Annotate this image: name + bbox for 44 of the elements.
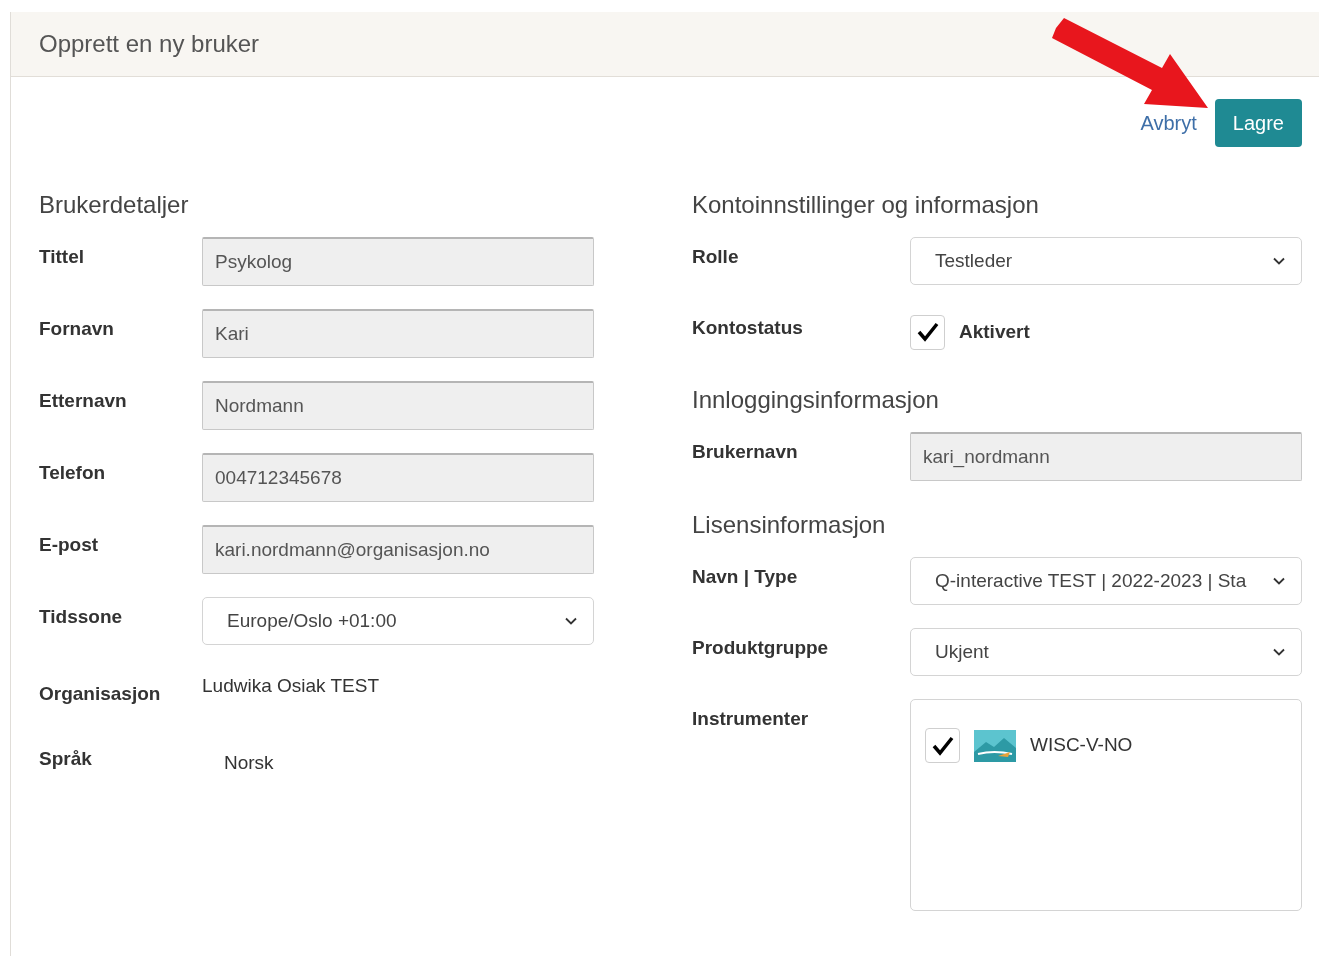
checkmark-icon xyxy=(916,322,939,342)
instrument-name: WISC-V-NO xyxy=(1030,733,1133,758)
field-label: Produktgruppe xyxy=(692,636,830,660)
page-title: Opprett en ny bruker xyxy=(39,29,260,59)
save-button[interactable]: Lagre xyxy=(1214,99,1302,147)
field-label: Tidssone xyxy=(39,605,124,629)
input-field[interactable]: Nordmann xyxy=(202,381,594,430)
checkbox[interactable] xyxy=(925,728,960,763)
field-label: E-post xyxy=(39,533,100,557)
chevron-down-icon xyxy=(1273,648,1285,656)
field-label: Brukernavn xyxy=(692,440,799,464)
select-field[interactable]: Testleder xyxy=(910,237,1302,285)
checkmark-icon xyxy=(931,735,954,756)
input-field[interactable]: kari.nordmann@organisasjon.no xyxy=(202,525,594,574)
landscape-icon xyxy=(974,729,1016,762)
chevron-down-icon xyxy=(565,617,577,625)
cancel-link[interactable]: Avbryt xyxy=(1140,108,1197,138)
field-value: Ludwika Osiak TEST xyxy=(202,674,380,698)
field-label: Rolle xyxy=(692,245,740,269)
field-label: Telefon xyxy=(39,461,107,485)
field-label: Fornavn xyxy=(39,317,115,341)
select-field[interactable]: Ukjent xyxy=(910,628,1302,676)
input-field[interactable]: kari_nordmann xyxy=(910,432,1302,481)
field-label: Instrumenter xyxy=(692,707,810,731)
input-field[interactable]: 004712345678 xyxy=(202,453,594,502)
field-label: Organisasjon xyxy=(39,682,162,706)
section-heading: Innloggingsinformasjon xyxy=(692,385,940,415)
field-label: Navn | Type xyxy=(692,565,799,589)
select-field[interactable]: Europe/Oslo +01:00 xyxy=(202,597,594,645)
checkbox[interactable] xyxy=(910,314,945,350)
field-label: Etternavn xyxy=(39,389,128,413)
section-heading: Kontoinnstillinger og informasjon xyxy=(692,190,1040,220)
input-field[interactable]: Psykolog xyxy=(202,237,594,286)
checkbox-label: Aktivert xyxy=(959,319,1030,344)
field-value: Norsk xyxy=(223,751,274,775)
chevron-down-icon xyxy=(1273,577,1285,585)
input-field[interactable]: Kari xyxy=(202,309,594,358)
select-field[interactable]: Q-interactive TEST | 2022-2023 | Sta xyxy=(910,557,1302,605)
chevron-down-icon xyxy=(1273,257,1285,265)
field-label: Kontostatus xyxy=(692,316,804,340)
field-label: Språk xyxy=(39,747,93,771)
section-heading: Brukerdetaljer xyxy=(39,190,190,220)
field-label: Tittel xyxy=(39,245,86,269)
section-heading: Lisensinformasjon xyxy=(692,510,887,540)
